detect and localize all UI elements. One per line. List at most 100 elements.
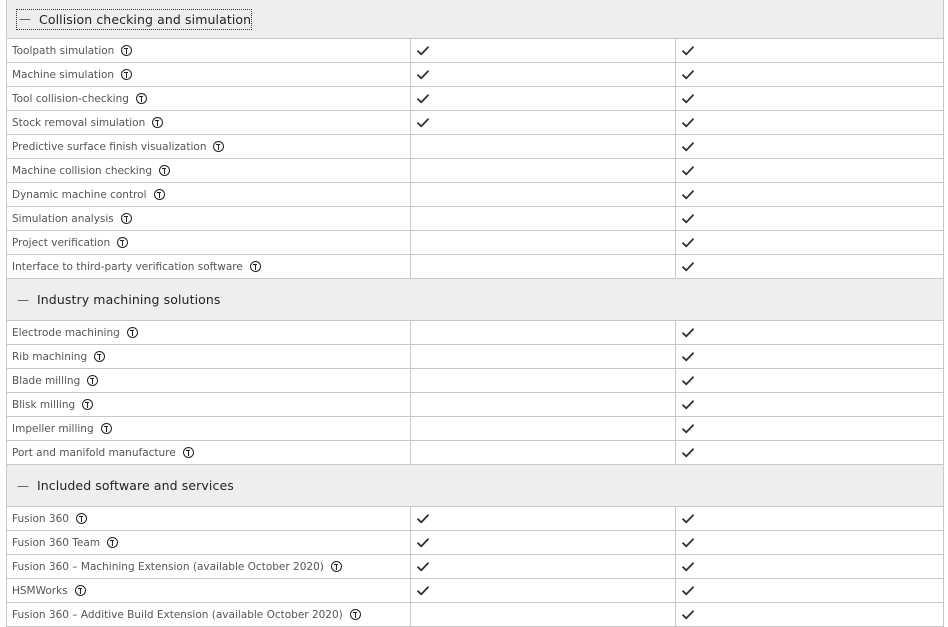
feature-cell: HSMWorks [7, 579, 411, 602]
feature-label: Port and manifold manufacture [12, 446, 176, 459]
check-icon [682, 609, 694, 620]
feature-label: Predictive surface finish visualization [12, 140, 207, 153]
feature-label: Fusion 360 [12, 512, 69, 525]
feature-label: Rib machining [12, 350, 88, 363]
feature-cell: Stock removal simulation [7, 111, 411, 134]
table-row: Interface to third-party verification so… [7, 255, 943, 279]
table-row: Impeller milling [7, 417, 943, 441]
check-icon [417, 93, 429, 104]
info-icon[interactable] [249, 261, 261, 272]
value-cell [411, 255, 676, 278]
check-icon [682, 351, 694, 362]
feature-label: Tool collision-checking [12, 92, 129, 105]
info-icon[interactable] [74, 585, 86, 596]
section-header: — Industry machining solutions [7, 279, 943, 321]
info-icon[interactable] [349, 609, 361, 620]
info-icon[interactable] [107, 537, 119, 548]
section-header: — Included software and services [7, 465, 943, 507]
table-row: HSMWorks [7, 579, 943, 603]
feature-label: Blade milling [12, 374, 81, 387]
feature-label: HSMWorks [12, 584, 68, 597]
table-row: Port and manifold manufacture [7, 441, 943, 465]
table-row: Electrode machining [7, 321, 943, 345]
info-icon[interactable] [117, 237, 129, 248]
section-toggle-button[interactable]: — Included software and services [17, 478, 234, 493]
info-icon[interactable] [120, 213, 132, 224]
info-icon[interactable] [330, 561, 342, 572]
feature-cell: Interface to third-party verification so… [7, 255, 411, 278]
check-icon [417, 585, 429, 596]
feature-cell: Electrode machining [7, 321, 411, 344]
info-icon[interactable] [100, 423, 112, 434]
feature-label: Electrode machining [12, 326, 120, 339]
value-cell [411, 579, 676, 602]
value-cell [411, 531, 676, 554]
section-title: Included software and services [37, 478, 234, 493]
feature-cell: Blisk milling [7, 393, 411, 416]
table-row: Blisk milling [7, 393, 943, 417]
check-icon [682, 261, 694, 272]
check-icon [417, 117, 429, 128]
table-row: Predictive surface finish visualization [7, 135, 943, 159]
value-cell [676, 207, 943, 230]
section-toggle-button[interactable]: — Collision checking and simulation [15, 8, 253, 30]
info-icon[interactable] [213, 141, 225, 152]
section-title: Industry machining solutions [37, 292, 221, 307]
value-cell [411, 207, 676, 230]
check-icon [682, 561, 694, 572]
check-icon [682, 399, 694, 410]
feature-label: Blisk milling [12, 398, 76, 411]
info-icon[interactable] [121, 69, 133, 80]
minus-icon: — [17, 478, 29, 493]
info-icon[interactable] [121, 45, 133, 56]
value-cell [676, 393, 943, 416]
check-icon [682, 45, 694, 56]
check-icon [682, 165, 694, 176]
value-cell [411, 183, 676, 206]
info-icon[interactable] [94, 351, 106, 362]
value-cell [411, 393, 676, 416]
table-row: Machine collision checking [7, 159, 943, 183]
info-icon[interactable] [135, 93, 147, 104]
value-cell [676, 531, 943, 554]
feature-label: Simulation analysis [12, 212, 114, 225]
check-icon [682, 189, 694, 200]
value-cell [411, 441, 676, 464]
feature-label: Impeller milling [12, 422, 94, 435]
value-cell [676, 135, 943, 158]
feature-cell: Machine simulation [7, 63, 411, 86]
info-icon[interactable] [87, 375, 99, 386]
feature-cell: Tool collision-checking [7, 87, 411, 110]
minus-icon: — [17, 292, 29, 307]
feature-cell: Toolpath simulation [7, 39, 411, 62]
table-row: Tool collision-checking [7, 87, 943, 111]
table-row: Simulation analysis [7, 207, 943, 231]
section-header: — Collision checking and simulation [7, 0, 943, 39]
check-icon [682, 375, 694, 386]
check-icon [682, 141, 694, 152]
info-icon[interactable] [75, 513, 87, 524]
feature-cell: Fusion 360 Team [7, 531, 411, 554]
feature-label: Stock removal simulation [12, 116, 146, 129]
table-row: Fusion 360 – Additive Build Extension (a… [7, 603, 943, 627]
info-icon[interactable] [153, 189, 165, 200]
check-icon [682, 423, 694, 434]
info-icon[interactable] [82, 399, 94, 410]
value-cell [411, 63, 676, 86]
check-icon [682, 513, 694, 524]
info-icon[interactable] [159, 165, 171, 176]
check-icon [417, 513, 429, 524]
value-cell [676, 345, 943, 368]
check-icon [417, 69, 429, 80]
check-icon [682, 213, 694, 224]
check-icon [682, 69, 694, 80]
info-icon[interactable] [126, 327, 138, 338]
value-cell [676, 579, 943, 602]
info-icon[interactable] [152, 117, 164, 128]
table-row: Dynamic machine control [7, 183, 943, 207]
section-toggle-button[interactable]: — Industry machining solutions [17, 292, 221, 307]
value-cell [676, 87, 943, 110]
feature-cell: Predictive surface finish visualization [7, 135, 411, 158]
check-icon [417, 537, 429, 548]
info-icon[interactable] [182, 447, 194, 458]
